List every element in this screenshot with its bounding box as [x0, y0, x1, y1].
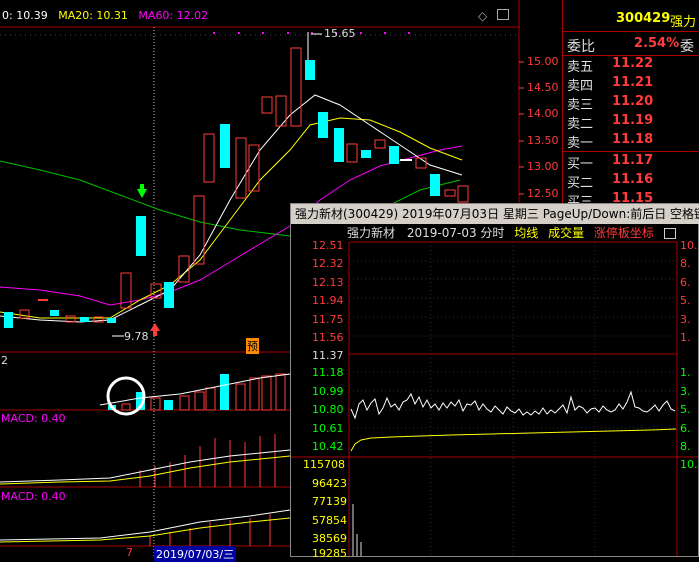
intraday-price-tick: 11.75 [312, 313, 344, 326]
low-label: 9.78 [124, 330, 149, 343]
intraday-pct-tick: 8. [680, 440, 691, 453]
macd1-label: MACD: 0.40 [1, 412, 66, 425]
ma20-label: MA20: 10.31 [58, 9, 128, 22]
forecast-badge[interactable]: 预 [246, 338, 259, 354]
ask-row-3[interactable]: 卖三 11.20 [567, 94, 699, 114]
restore-icon[interactable] [497, 9, 509, 20]
diamond-icon[interactable]: ◇ [478, 9, 487, 23]
price-tick: 15.00 [527, 55, 559, 68]
intraday-pct-tick: 6. [680, 276, 691, 289]
intraday-price-tick: 12.51 [312, 239, 344, 252]
intraday-pct-tick: 8. [680, 257, 691, 270]
price-tick: 13.00 [527, 160, 559, 173]
bid-row-2[interactable]: 买二 11.16 [567, 172, 699, 192]
intraday-pct-tick: 10. [680, 239, 698, 252]
intraday-pct-tick: 5. [680, 403, 691, 416]
intraday-vol-tick: 19285 [312, 547, 347, 560]
intraday-pct-tick: 6. [680, 422, 691, 435]
ask-row-4[interactable]: 卖四 11.21 [567, 75, 699, 95]
intraday-price-tick: 10.99 [312, 385, 344, 398]
price-tick: 14.50 [527, 81, 559, 94]
macd2-bars [149, 514, 271, 546]
intraday-volume-bars [352, 504, 362, 556]
intraday-price-tick: 11.94 [312, 294, 344, 307]
intraday-price-tick: 11.18 [312, 366, 344, 379]
intraday-pct-tick: 3. [680, 313, 691, 326]
intraday-pct-tick: 3. [680, 385, 691, 398]
intraday-price-tick: 12.13 [312, 276, 344, 289]
macd2-dif [0, 509, 291, 541]
stock-name: 强力 [670, 15, 697, 30]
green-arrow-icon [137, 189, 147, 198]
red-arrow-icon [150, 323, 160, 331]
weicha-label: 委 [680, 39, 694, 55]
price-tick: 12.50 [527, 187, 559, 200]
intraday-popup[interactable]: 强力新材(300429) 2019年07月03日 星期三 PageUp/Down… [290, 203, 699, 560]
intraday-price-tick: 11.56 [312, 331, 344, 344]
high-label: 15.65 [324, 27, 356, 40]
crosshair-date: 2019/07/03/三 [154, 546, 237, 562]
intraday-pct-tick: 1. [680, 331, 691, 344]
ask-row-1[interactable]: 卖一 11.18 [567, 132, 699, 152]
intraday-price-tick: 10.80 [312, 403, 344, 416]
macd1-dif [0, 449, 291, 483]
intraday-vol-tick: 38569 [312, 532, 347, 545]
intraday-price-tick: 10.42 [312, 440, 344, 453]
ma5-label: 0: 10.39 [2, 9, 48, 22]
macd2-dea [0, 517, 291, 543]
intraday-pct-tick: 5. [680, 294, 691, 307]
intraday-chart-svg[interactable] [291, 204, 698, 556]
intraday-price-tick: 12.32 [312, 257, 344, 270]
weibi-label: 委比 [567, 39, 595, 55]
ma60-label: MA60: 12.02 [138, 9, 209, 22]
volume-label: 2 [1, 354, 8, 367]
stock-code: 300429 [616, 11, 671, 26]
intraday-vol-tick: 77139 [312, 495, 347, 508]
price-tick: 13.50 [527, 134, 559, 147]
ask-row-5[interactable]: 卖五 11.22 [567, 56, 699, 76]
weibi-value: 2.54% [634, 36, 680, 51]
ma-legend: 0: 10.39 MA20: 10.31 MA60: 12.02 [2, 9, 208, 22]
macd1-bars [139, 434, 276, 487]
ask-row-2[interactable]: 卖二 11.19 [567, 113, 699, 133]
intraday-avg-line [350, 428, 677, 452]
intraday-vol-tick: 57854 [312, 514, 347, 527]
bid-row-1[interactable]: 买一 11.17 [567, 153, 699, 173]
intraday-vol-tick: 96423 [312, 477, 347, 490]
order-book-panel: 300429 强力 委比 2.54% 委 卖五 11.22 卖四 11.21 卖三 1… [562, 0, 699, 230]
intraday-pct-tick: 10. [680, 458, 698, 471]
intraday-price-tick: 10.61 [312, 422, 344, 435]
intraday-pct-tick: 1. [680, 366, 691, 379]
intraday-price-tick: 11.37 [312, 349, 344, 362]
intraday-vol-tick: 115708 [303, 458, 345, 471]
macd1-dea [0, 455, 291, 485]
macd2-label: MACD: 0.40 [1, 490, 66, 503]
bottom-left-label: 7 [126, 546, 133, 559]
price-tick: 14.00 [527, 107, 559, 120]
